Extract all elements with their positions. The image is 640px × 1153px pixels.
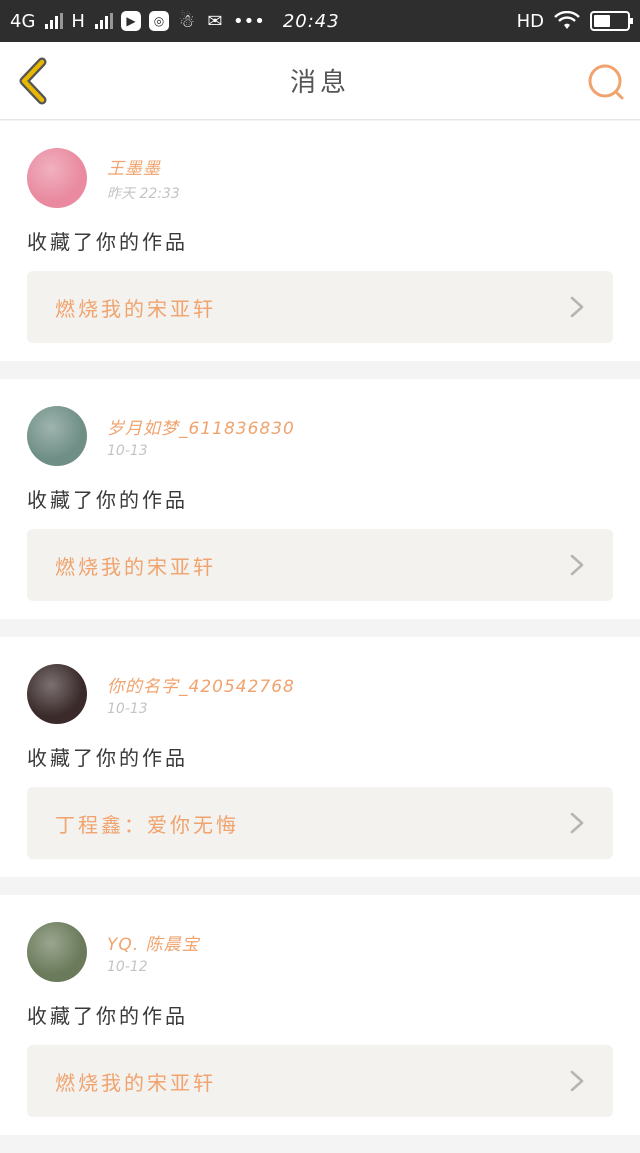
user-name[interactable]: YQ. 陈晨宝 xyxy=(107,930,200,955)
user-name[interactable]: 王墨墨 xyxy=(107,154,180,179)
network-h-label: H xyxy=(71,10,85,32)
page-title: 消息 xyxy=(289,68,350,98)
work-link[interactable]: 燃烧我的宋亚轩 xyxy=(27,529,613,601)
play-icon: ▶ xyxy=(120,11,141,31)
message-header: 你的名字_420542768 10-13 xyxy=(27,637,613,724)
battery-icon xyxy=(590,11,633,31)
qq-icon: ☃ xyxy=(178,10,196,32)
message-header: 王墨墨 昨天 22:33 xyxy=(27,121,613,208)
wifi-icon xyxy=(554,11,580,29)
search-icon[interactable] xyxy=(586,62,626,102)
signal-icon xyxy=(94,13,113,29)
clock: 20:43 xyxy=(282,10,340,32)
network-4g-label: 4G xyxy=(10,10,36,32)
more-notifications-icon: ••• xyxy=(232,10,265,32)
chevron-right-icon xyxy=(570,554,584,576)
message-meta: YQ. 陈晨宝 10-12 xyxy=(107,930,200,975)
chevron-right-icon xyxy=(570,1070,584,1092)
hd-label: HD xyxy=(516,10,544,32)
message-action-text: 收藏了你的作品 xyxy=(27,230,188,254)
avatar[interactable] xyxy=(27,664,87,724)
avatar[interactable] xyxy=(27,922,87,982)
work-title: 燃烧我的宋亚轩 xyxy=(55,296,216,321)
avatar[interactable] xyxy=(27,406,87,466)
chevron-right-icon xyxy=(570,296,584,318)
user-name[interactable]: 你的名字_420542768 xyxy=(107,672,295,697)
avatar[interactable] xyxy=(27,148,87,208)
work-link[interactable]: 燃烧我的宋亚轩 xyxy=(27,1045,613,1117)
message-card: YQ. 陈晨宝 10-12 收藏了你的作品 燃烧我的宋亚轩 xyxy=(0,895,640,1135)
message-list: 王墨墨 昨天 22:33 收藏了你的作品 燃烧我的宋亚轩 岁月如梦_611836… xyxy=(0,121,640,1153)
message-header: 岁月如梦_611836830 10-13 xyxy=(27,379,613,466)
nav-bar: 消息 xyxy=(0,42,640,120)
message-time: 10-12 xyxy=(107,958,148,975)
work-link[interactable]: 燃烧我的宋亚轩 xyxy=(27,271,613,343)
battery-fill xyxy=(594,15,610,27)
work-link[interactable]: 丁程鑫：爱你无悔 xyxy=(27,787,613,859)
message-card: 你的名字_420542768 10-13 收藏了你的作品 丁程鑫：爱你无悔 xyxy=(0,637,640,877)
message-meta: 王墨墨 昨天 22:33 xyxy=(107,154,180,203)
message-time: 10-13 xyxy=(107,442,148,459)
work-title: 燃烧我的宋亚轩 xyxy=(55,554,216,579)
browser-icon: ◎ xyxy=(148,11,169,31)
message-action-text: 收藏了你的作品 xyxy=(27,746,188,770)
message-meta: 岁月如梦_611836830 10-13 xyxy=(107,414,295,459)
chevron-right-icon xyxy=(570,812,584,834)
message-time: 10-13 xyxy=(107,700,148,717)
work-title: 丁程鑫：爱你无悔 xyxy=(55,812,239,837)
user-name[interactable]: 岁月如梦_611836830 xyxy=(107,414,295,439)
message-card: 王墨墨 昨天 22:33 收藏了你的作品 燃烧我的宋亚轩 xyxy=(0,121,640,361)
status-right: HD xyxy=(516,10,633,32)
wechat-icon: ✉ xyxy=(207,10,223,32)
message-card: 岁月如梦_611836830 10-13 收藏了你的作品 燃烧我的宋亚轩 xyxy=(0,379,640,619)
back-icon[interactable] xyxy=(14,56,54,106)
message-action-text: 收藏了你的作品 xyxy=(27,488,188,512)
work-title: 燃烧我的宋亚轩 xyxy=(55,1070,216,1095)
status-left: 4G H ▶ ◎ ☃ ✉ ••• 20:43 xyxy=(10,11,340,32)
message-time: 昨天 22:33 xyxy=(107,185,180,202)
status-bar: 4G H ▶ ◎ ☃ ✉ ••• 20:43 HD xyxy=(0,0,640,42)
message-action-text: 收藏了你的作品 xyxy=(27,1004,188,1028)
signal-icon xyxy=(45,13,64,29)
message-meta: 你的名字_420542768 10-13 xyxy=(107,672,295,717)
message-header: YQ. 陈晨宝 10-12 xyxy=(27,895,613,982)
